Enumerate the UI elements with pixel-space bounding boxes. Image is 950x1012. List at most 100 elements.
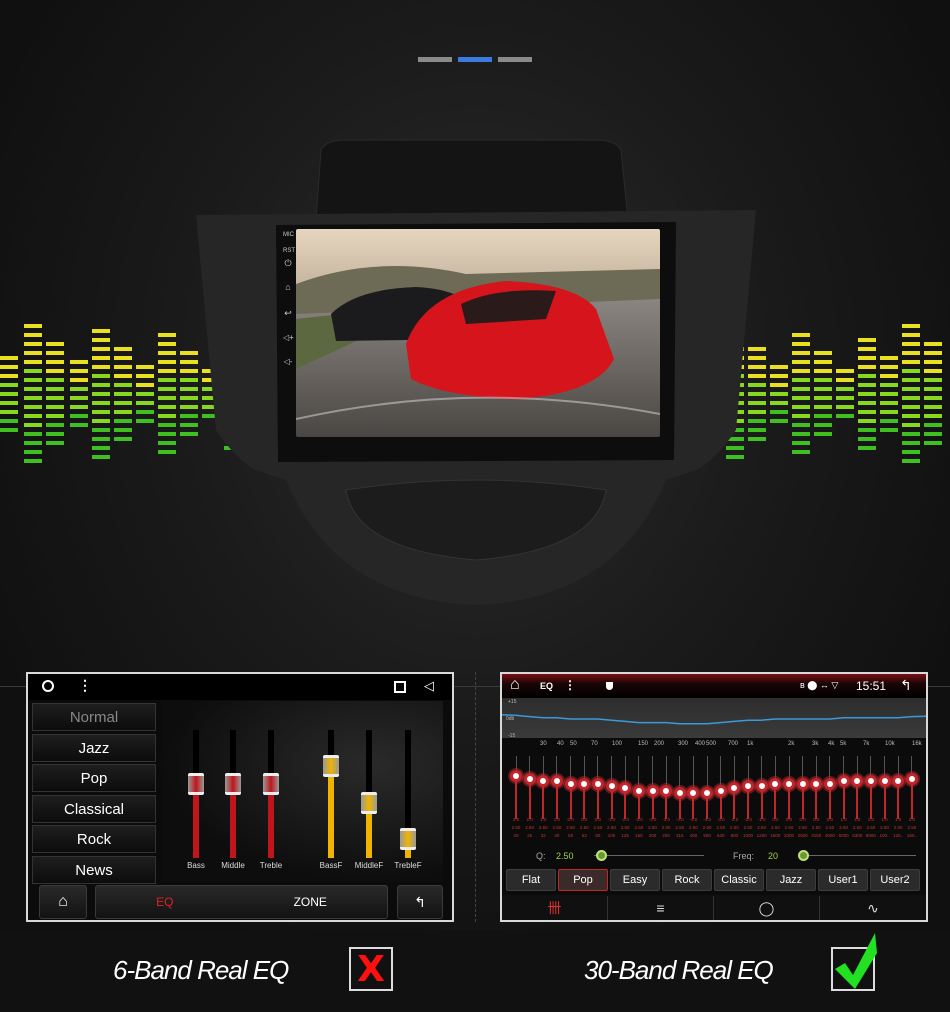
band-freq: 2000 [783,833,794,838]
band-knob[interactable] [851,775,864,788]
q-slider-thumb[interactable] [596,850,607,861]
pager-dot[interactable] [418,57,452,62]
freq-slider-thumb[interactable] [798,850,809,861]
preset-user1[interactable]: User1 [818,869,868,891]
eq-visual-segment [880,364,898,369]
preset-jazz[interactable]: Jazz [766,869,816,891]
slider-knob[interactable] [225,772,241,795]
band-knob[interactable] [687,787,700,800]
volume-up-icon[interactable]: ◁+ [283,333,294,342]
slider-knob[interactable] [188,772,204,795]
preset-jazz[interactable]: Jazz [32,733,156,762]
eq-visual-segment [70,414,88,418]
cross-mark-icon: X [349,947,393,991]
home-button[interactable]: ⌂ [39,885,87,919]
back-icon[interactable]: ↩ [283,308,293,319]
preset-news[interactable]: News [32,855,156,884]
back-button[interactable]: ↰ [397,885,443,919]
slider-treble[interactable] [263,730,279,858]
slider-treblef[interactable] [400,730,416,858]
band-knob[interactable] [769,777,782,790]
band-knob[interactable] [864,775,877,788]
slider-bassf[interactable] [323,730,339,858]
circle-home-icon[interactable] [42,680,54,692]
circle-target-icon[interactable]: ◯ [714,896,820,920]
pager-dot[interactable] [498,57,532,62]
band-knob[interactable] [523,772,536,785]
freq-axis-label: 100 [612,741,623,747]
waveform-icon[interactable]: ∿ [820,896,926,920]
eq-visual-segment [158,396,176,400]
home-icon[interactable]: ⌂ [283,282,293,292]
band-knob[interactable] [619,782,632,795]
freq-slider[interactable] [798,850,916,861]
power-icon[interactable]: ⏻ [283,258,293,269]
tab-zone[interactable]: ZONE [294,895,327,909]
band-knob[interactable] [796,777,809,790]
band-knob[interactable] [714,784,727,797]
band-knob[interactable] [632,784,645,797]
band-freq: 125.. [893,833,904,838]
preset-pop[interactable]: Pop [558,869,608,891]
slider-bass[interactable] [188,730,204,858]
band-knob[interactable] [660,784,673,797]
menu-dots-icon[interactable]: ⋮ [78,677,92,694]
band-knob[interactable] [673,787,686,800]
q-slider[interactable] [594,850,704,861]
slider-knob[interactable] [361,791,377,814]
eq-visual-segment [792,342,810,346]
band-knob[interactable] [646,784,659,797]
slider-knob[interactable] [323,754,339,777]
freq-axis-label: 4k [828,741,835,747]
tab-eq[interactable]: EQ [156,895,173,909]
eq-visual-segment [158,351,176,355]
home-icon[interactable]: ⌂ [510,676,520,694]
band-knob[interactable] [550,775,563,788]
eq-visual-segment [0,373,18,378]
preset-easy[interactable]: Easy [610,869,660,891]
slider-middlef[interactable] [361,730,377,858]
preset-classical[interactable]: Classical [32,794,156,823]
band-knob[interactable] [564,777,577,790]
square-recent-icon[interactable] [394,681,406,693]
band-knob[interactable] [510,770,522,783]
eq-visual-segment [902,396,920,400]
band-knob[interactable] [728,782,741,795]
slider-knob[interactable] [263,772,279,795]
band-knob[interactable] [837,775,850,788]
slider-middle[interactable] [225,730,241,858]
eq-sliders-icon[interactable]: 卌 [502,896,608,920]
preset-normal[interactable]: Normal [32,703,156,731]
preset-flat[interactable]: Flat [506,869,556,891]
preset-rock[interactable]: Rock [32,825,156,853]
reset-label[interactable]: RST [283,248,295,254]
volume-down-icon[interactable]: ◁- [283,357,293,366]
menu-dots-icon[interactable]: ⋮ [564,678,576,692]
band-knob[interactable] [701,787,714,800]
band-knob[interactable] [878,775,891,788]
band-freq: 40 [554,833,560,838]
band-knob[interactable] [578,777,591,790]
band-knob[interactable] [755,779,768,792]
preset-user2[interactable]: User2 [870,869,920,891]
band-knob[interactable] [892,775,905,788]
preset-classic[interactable]: Classic [714,869,764,891]
slider-knob[interactable] [400,827,416,850]
band-knob[interactable] [783,777,795,790]
band-knob[interactable] [537,775,550,788]
band-knob[interactable] [810,777,823,790]
back-icon[interactable]: ↰ [900,677,912,694]
band-knob[interactable] [823,777,836,790]
bars-icon[interactable]: ≡ [608,896,714,920]
band-knob[interactable] [591,777,604,790]
band-knob[interactable] [742,779,755,792]
band-value: -2.0 [730,817,739,822]
triangle-back-icon[interactable]: ◁ [424,678,434,694]
band-knob[interactable] [905,772,918,785]
pager-dot-active[interactable] [458,57,492,62]
eq-visual-segment [136,400,154,405]
preset-pop[interactable]: Pop [32,764,156,792]
band-knob[interactable] [605,779,618,792]
band-value: -4.0 [675,817,684,822]
preset-rock[interactable]: Rock [662,869,712,891]
